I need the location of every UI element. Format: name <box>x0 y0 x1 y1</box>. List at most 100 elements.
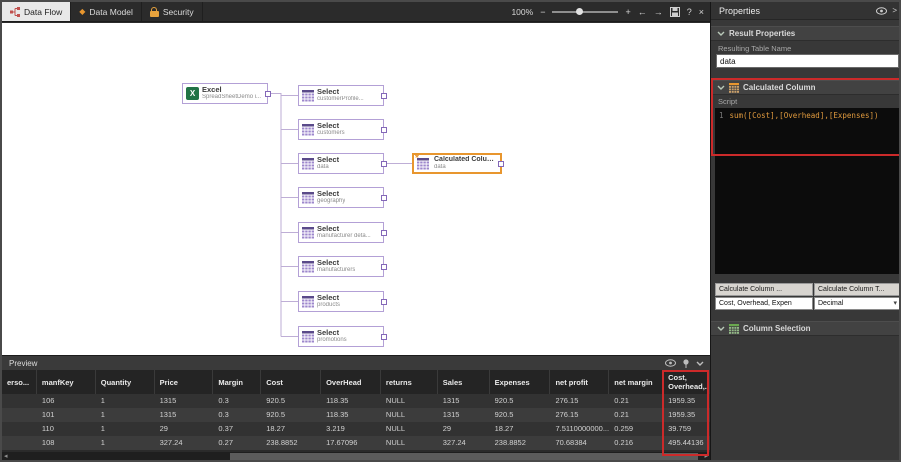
select-node-promotions[interactable]: Selectpromotions <box>298 326 384 347</box>
output-port[interactable] <box>381 299 387 305</box>
table-row[interactable]: 1081327.240.27238.885217.67096NULL327.24… <box>2 436 710 450</box>
scroll-left-arrow[interactable]: ◂ <box>4 452 8 461</box>
section-column-selection[interactable]: Column Selection <box>711 321 901 336</box>
select-node-manufacturer-details[interactable]: Selectmanufacturer deta... <box>298 222 384 243</box>
output-port[interactable] <box>381 195 387 201</box>
column-header[interactable]: erso... <box>2 370 37 394</box>
calculate-column-name-header[interactable]: Calculate Column ... <box>715 283 813 296</box>
output-port[interactable] <box>381 264 387 270</box>
visibility-icon[interactable] <box>876 7 887 15</box>
preview-title: Preview <box>9 359 37 368</box>
calculate-column-name-input[interactable]: Cost, Overhead, Expen <box>715 297 813 310</box>
output-port[interactable] <box>381 161 387 167</box>
output-port[interactable] <box>381 93 387 99</box>
select-node-manufacturers[interactable]: Selectmanufacturers <box>298 256 384 277</box>
script-label: Script <box>718 97 737 106</box>
column-header[interactable]: Cost, Overhead,... <box>663 370 710 394</box>
collapse-panel-icon[interactable]: > <box>892 6 897 15</box>
tab-data-flow[interactable]: Data Flow <box>2 2 71 21</box>
table-icon <box>302 192 314 204</box>
tab-label: Data Flow <box>24 7 62 17</box>
zoom-in-button[interactable]: + <box>625 2 630 22</box>
section-calculated-column[interactable]: Calculated Column <box>711 80 901 95</box>
calculated-column-node[interactable]: * Calculated Column:data <box>412 153 502 174</box>
close-button[interactable]: × <box>699 2 704 22</box>
node-title: Calculated Column: <box>434 156 497 164</box>
table-cell: 7.5110000000... <box>550 422 609 436</box>
calculate-column-type-header[interactable]: Calculate Column T... <box>814 283 900 296</box>
output-port[interactable] <box>265 91 271 97</box>
column-header[interactable]: OverHead <box>321 370 381 394</box>
table-cell: 1315 <box>155 408 214 422</box>
select-node-products[interactable]: Selectproducts <box>298 291 384 312</box>
column-type-dropdown[interactable]: Decimal ▾ <box>814 297 900 310</box>
lock-icon <box>150 7 159 17</box>
table-cell: 276.15 <box>550 408 609 422</box>
tab-label: Data Model <box>89 7 132 17</box>
node-title: Select <box>317 190 345 198</box>
chevron-down-icon <box>717 85 725 90</box>
pin-icon[interactable] <box>682 359 690 368</box>
tab-data-model[interactable]: ◆ Data Model <box>71 2 142 21</box>
table-icon <box>302 90 314 102</box>
column-header[interactable]: Sales <box>438 370 490 394</box>
table-cell: 18.27 <box>261 422 321 436</box>
table-icon <box>302 296 314 308</box>
select-node-customerprofile[interactable]: SelectcustomerProfile... <box>298 85 384 106</box>
zoom-slider[interactable] <box>552 11 618 13</box>
chevron-down-icon[interactable] <box>696 361 704 366</box>
table-cell: 108 <box>37 436 96 450</box>
column-header[interactable]: Price <box>155 370 214 394</box>
redo-button[interactable]: → <box>654 2 663 22</box>
resulting-table-name-input[interactable] <box>716 54 899 68</box>
node-subtitle: data <box>317 164 339 171</box>
column-header[interactable]: Cost <box>261 370 321 394</box>
properties-header: Properties > <box>711 2 901 20</box>
horizontal-scrollbar[interactable]: ◂ ▸ <box>2 452 710 461</box>
table-row[interactable]: 1101290.3718.273.219NULL2918.277.5110000… <box>2 422 710 436</box>
column-header[interactable]: returns <box>381 370 438 394</box>
column-header[interactable]: Margin <box>213 370 261 394</box>
table-row[interactable]: 106113150.3920.5118.35NULL1315920.5276.1… <box>2 394 710 408</box>
script-editor[interactable]: 1sum([Cost],[Overhead],[Expenses]) <box>715 108 900 274</box>
excel-source-node[interactable]: X Excel SpreadSheetDemo i... <box>182 83 268 104</box>
table-cell: 0.216 <box>609 436 663 450</box>
node-subtitle: promotions <box>317 337 347 344</box>
scroll-right-arrow[interactable]: ▸ <box>704 452 708 461</box>
visibility-icon[interactable] <box>665 359 676 367</box>
tab-security[interactable]: Security <box>142 2 203 21</box>
zoom-out-button[interactable]: − <box>540 2 545 22</box>
table-cell: 1959.35 <box>663 408 710 422</box>
save-icon[interactable] <box>670 7 680 17</box>
section-result-properties[interactable]: Result Properties <box>711 26 901 41</box>
column-header[interactable]: net margin <box>609 370 663 394</box>
table-cell: 18.27 <box>490 422 551 436</box>
output-port[interactable] <box>381 334 387 340</box>
section-title: Column Selection <box>743 324 811 333</box>
scrollbar-thumb[interactable] <box>230 453 698 460</box>
node-subtitle: products <box>317 302 340 309</box>
column-header[interactable]: net profit <box>550 370 609 394</box>
select-node-geography[interactable]: Selectgeography <box>298 187 384 208</box>
column-header[interactable]: Expenses <box>490 370 551 394</box>
undo-button[interactable]: ← <box>638 2 647 22</box>
output-port[interactable] <box>381 127 387 133</box>
table-cell: 276.15 <box>550 394 609 408</box>
output-port[interactable] <box>381 230 387 236</box>
column-header[interactable]: manfKey <box>37 370 96 394</box>
output-port[interactable] <box>498 161 504 167</box>
design-canvas[interactable]: X Excel SpreadSheetDemo i... Selectcusto… <box>2 23 710 355</box>
select-node-data[interactable]: Selectdata <box>298 153 384 174</box>
table-cell: 920.5 <box>261 408 321 422</box>
table-cell <box>2 422 37 436</box>
column-header[interactable]: Quantity <box>96 370 155 394</box>
table-cell: 1 <box>96 422 155 436</box>
zoom-slider-thumb[interactable] <box>576 8 583 15</box>
table-row[interactable]: 101113150.3920.5118.35NULL1315920.5276.1… <box>2 408 710 422</box>
excel-icon: X <box>186 87 199 100</box>
table-cell: 0.21 <box>609 408 663 422</box>
calculated-column-icon: * <box>417 157 431 170</box>
help-button[interactable]: ? <box>687 2 692 22</box>
table-icon <box>302 331 314 343</box>
select-node-customers[interactable]: Selectcustomers <box>298 119 384 140</box>
